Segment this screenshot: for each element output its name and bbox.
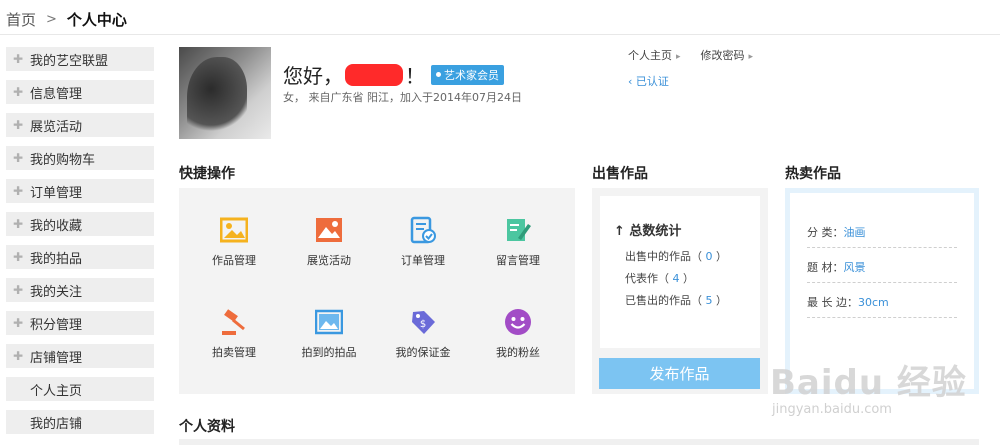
quick-action-exhibition[interactable]: 展览活动: [284, 216, 374, 268]
quick-action-label: 拍到的拍品: [301, 346, 357, 359]
verified-status[interactable]: ‹ 已认证: [628, 73, 669, 89]
sidebar-item-label: 我的店铺: [30, 416, 83, 432]
quick-action-label: 展览活动: [307, 254, 351, 267]
home-link[interactable]: 个人主页 ▸: [628, 47, 681, 63]
sidebar-item-label: 展览活动: [30, 119, 83, 135]
personal-info-divider: [179, 439, 979, 445]
quick-action-won-lots[interactable]: 拍到的拍品: [284, 308, 374, 360]
quick-action-messages[interactable]: 留言管理: [473, 216, 563, 268]
plus-icon: ✚: [12, 316, 24, 330]
quick-action-label: 订单管理: [401, 254, 445, 267]
sidebar-item-label: 店铺管理: [30, 350, 83, 366]
sidebar-item-my-store[interactable]: 我的店铺: [6, 410, 154, 434]
breadcrumb-home-link[interactable]: 首页: [6, 9, 36, 30]
profile-info: 女， 来自广东省 阳江，加入于2014年07月24日: [283, 91, 522, 104]
sidebar-item-orders[interactable]: ✚ 订单管理: [6, 179, 154, 203]
sidebar-item-lots[interactable]: ✚ 我的拍品: [6, 245, 154, 269]
quick-action-label: 我的保证金: [395, 346, 451, 359]
profile-links: 个人主页 ▸ 修改密码 ▸: [628, 47, 753, 63]
sidebar-item-homepage[interactable]: 个人主页: [6, 377, 154, 401]
header-divider: [0, 34, 1000, 35]
on-sale-title: 出售作品: [592, 166, 648, 182]
sidebar: ✚ 我的艺空联盟 ✚ 信息管理 ✚ 展览活动 ✚ 我的购物车 ✚ 订单管理 ✚ 我的收藏 ✚…: [6, 47, 154, 443]
chevron-left-icon: ‹: [628, 75, 636, 88]
stat-row-representative[interactable]: 代表作（ 4 ）: [625, 270, 694, 286]
sidebar-item-cart[interactable]: ✚ 我的购物车: [6, 146, 154, 170]
sidebar-item-label: 个人主页: [30, 383, 83, 399]
quick-action-label: 留言管理: [496, 254, 540, 267]
plus-icon: ✚: [12, 118, 24, 132]
sidebar-item-label: 订单管理: [30, 185, 83, 201]
price-tag-icon: $: [412, 311, 435, 334]
stats-header: ↑ 总数统计: [614, 224, 682, 239]
plus-icon: ✚: [12, 250, 24, 264]
svg-text:$: $: [420, 319, 426, 330]
quick-action-label: 我的粉丝: [496, 346, 540, 359]
plus-icon: ✚: [12, 85, 24, 99]
sidebar-item-exhibition[interactable]: ✚ 展览活动: [6, 113, 154, 137]
sidebar-item-following[interactable]: ✚ 我的关注: [6, 278, 154, 302]
landscape-icon: [316, 218, 342, 242]
smiley-icon: [505, 309, 531, 335]
greeting: 您好， ！ 艺术家会员: [283, 60, 504, 89]
hot-row-category: 分 类：油画: [807, 224, 957, 248]
plus-icon: ✚: [12, 151, 24, 165]
watermark-url: jingyan.baidu.com: [772, 402, 892, 417]
sidebar-item-label: 我的艺空联盟: [30, 53, 109, 69]
personal-info-title: 个人资料: [179, 419, 235, 435]
chevron-right-icon: ▸: [676, 52, 681, 62]
member-badge-label: 艺术家会员: [444, 68, 499, 82]
quick-action-label: 拍卖管理: [212, 346, 256, 359]
quick-action-fans[interactable]: 我的粉丝: [473, 308, 563, 360]
badge-dot-icon: [436, 72, 441, 77]
stat-row-on-sale[interactable]: 出售中的作品（ 0 ）: [625, 248, 727, 264]
member-badge: 艺术家会员: [431, 64, 504, 85]
sidebar-item-label: 我的购物车: [30, 152, 96, 168]
sidebar-item-favorites[interactable]: ✚ 我的收藏: [6, 212, 154, 236]
sidebar-item-label: 我的关注: [30, 284, 83, 300]
sidebar-item-label: 我的收藏: [30, 218, 83, 234]
sidebar-item-label: 信息管理: [30, 86, 83, 102]
publish-work-button[interactable]: 发布作品: [599, 358, 760, 389]
change-password-link[interactable]: 修改密码 ▸: [701, 47, 754, 63]
hot-row-subject: 题 材：风景: [807, 259, 957, 283]
order-check-icon: [410, 216, 436, 244]
sidebar-item-label: 我的拍品: [30, 251, 83, 267]
plus-icon: ✚: [12, 349, 24, 363]
redacted-username: [345, 63, 403, 86]
breadcrumb-separator: >: [46, 12, 57, 27]
sidebar-item-points[interactable]: ✚ 积分管理: [6, 311, 154, 335]
breadcrumb-current: 个人中心: [66, 11, 127, 29]
watermark-logo: Baidu 经验: [770, 363, 967, 403]
quick-action-works[interactable]: 作品管理: [189, 216, 279, 268]
quick-action-orders[interactable]: 订单管理: [378, 216, 468, 268]
baidu-watermark: Baidu 经验 jingyan.baidu.com: [770, 355, 967, 417]
greeting-exclaim: ！: [405, 64, 425, 88]
hot-row-longest-side: 最 长 边：30cm: [807, 294, 957, 318]
sidebar-item-label: 积分管理: [30, 317, 83, 333]
sidebar-item-info[interactable]: ✚ 信息管理: [6, 80, 154, 104]
hot-sellers-title: 热卖作品: [785, 166, 841, 182]
plus-icon: ✚: [12, 283, 24, 297]
edit-note-icon: [507, 219, 531, 241]
quick-action-auction[interactable]: 拍卖管理: [189, 308, 279, 360]
plus-icon: ✚: [12, 184, 24, 198]
quick-action-deposit[interactable]: $ 我的保证金: [378, 308, 468, 360]
breadcrumb: 首页 > 个人中心: [6, 9, 127, 30]
picture-icon: [220, 217, 248, 243]
quick-action-label: 作品管理: [212, 254, 256, 267]
sidebar-item-alliance[interactable]: ✚ 我的艺空联盟: [6, 47, 154, 71]
plus-icon: ✚: [12, 52, 24, 66]
avatar[interactable]: [179, 47, 271, 139]
plus-icon: ✚: [12, 217, 24, 231]
stat-row-sold[interactable]: 已售出的作品（ 5 ）: [625, 292, 727, 308]
greeting-text: 您好，: [283, 64, 343, 88]
gavel-icon: [222, 309, 245, 335]
image-frame-icon: [315, 309, 343, 335]
arrow-up-icon: ↑: [614, 224, 630, 239]
sidebar-item-store-mgmt[interactable]: ✚ 店铺管理: [6, 344, 154, 368]
chevron-right-icon: ▸: [748, 52, 754, 62]
quick-actions-title: 快捷操作: [179, 166, 235, 182]
